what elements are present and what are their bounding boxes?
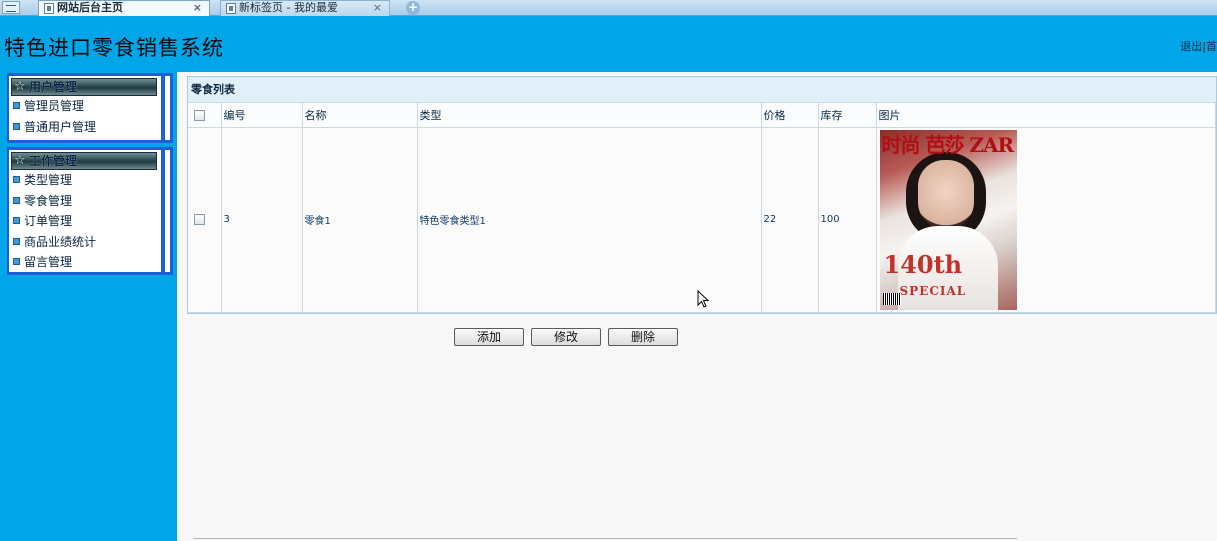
barcode-icon [882,292,901,305]
sidebar-item-snack-management[interactable]: 零食管理 [9,191,170,212]
sidebar-item-type-management[interactable]: 类型管理 [9,170,170,191]
photo-issue-number: 140th [883,249,963,279]
tab-new-tab-favorites[interactable]: 新标签页 - 我的最爱 × [220,0,390,16]
sidebar-item-label: 类型管理 [24,173,73,187]
row-select-cell [188,127,222,313]
sidebar-item-label: 留言管理 [24,255,73,269]
square-bullet-icon [13,217,20,224]
sidebar-item-order-management[interactable]: 订单管理 [9,211,170,232]
sidebar-item-admin-management[interactable]: 管理员管理 [9,96,170,117]
square-bullet-icon [13,258,20,265]
menu-group-work-management: ☆ 工作管理 类型管理 零食管理 订单管理 商品业绩统计 留言管理 [7,147,173,275]
menu-group-user-management: ☆ 用户管理 管理员管理 普通用户管理 [7,73,173,143]
tab-label: 新标签页 - 我的最爱 [239,1,338,14]
site-title: 特色进口零食销售系统 [4,36,224,60]
group-title-label: 工作管理 [29,154,78,168]
browser-menu-icon[interactable] [2,1,20,14]
new-tab-plus-icon[interactable]: + [406,1,420,15]
list-title: 零食列表 [188,77,1216,103]
cell-stock: 100 [818,127,877,313]
column-header-type: 类型 [417,103,762,128]
cell-price: 22 [761,127,819,313]
table-row: 3 零食1 特色零食类型1 22 100 时尚 芭莎 ZAR 140th SPE… [188,127,1216,313]
page-favicon-icon [226,3,236,14]
tab-site-admin-home[interactable]: 网站后台主页 × [38,0,210,16]
delete-button[interactable]: 删除 [608,328,678,346]
mouse-cursor-icon [697,290,709,308]
snack-table: 编号 名称 类型 价格 库存 图片 3 零食1 特色零食类型1 22 100 时… [188,103,1216,313]
snack-list-panel: 零食列表 编号 名称 类型 价格 库存 图片 3 零食1 特色零食类型1 22 … [187,76,1217,314]
sidebar-item-label: 订单管理 [24,214,73,228]
add-button[interactable]: 添加 [454,328,524,346]
column-header-stock: 库存 [818,103,877,128]
sidebar-item-label: 管理员管理 [24,99,85,113]
page-favicon-icon [44,3,54,14]
square-bullet-icon [13,196,20,204]
cell-image: 时尚 芭莎 ZAR 140th SPECIAL [876,127,1216,313]
cell-id: 3 [221,127,303,313]
sidebar-item-label: 普通用户管理 [24,119,97,134]
column-header-name: 名称 [302,103,418,128]
select-all-checkbox[interactable] [194,109,205,121]
column-header-image: 图片 [876,103,1216,128]
square-bullet-icon [13,122,20,130]
menu-group-title[interactable]: ☆ 工作管理 [11,152,157,170]
cell-name: 零食1 [302,127,418,313]
browser-tab-bar: 网站后台主页 × 新标签页 - 我的最爱 × + [0,0,1217,16]
sidebar: ☆ 用户管理 管理员管理 普通用户管理 ☆ 工作管理 类型管理 零食管理 订单管… [0,72,177,541]
close-tab-icon[interactable]: × [193,1,202,15]
close-tab-icon[interactable]: × [373,1,382,15]
square-bullet-icon [13,102,20,109]
menu-group-title[interactable]: ☆ 用户管理 [11,78,157,96]
column-header-price: 价格 [761,103,819,128]
sidebar-item-user-management[interactable]: 普通用户管理 [9,117,170,138]
table-header-row: 编号 名称 类型 价格 库存 图片 [188,103,1216,128]
column-header-id: 编号 [221,103,303,128]
sidebar-item-label: 零食管理 [24,193,73,208]
snack-image: 时尚 芭莎 ZAR 140th SPECIAL [879,129,1017,310]
sidebar-item-message-management[interactable]: 留言管理 [9,252,170,273]
site-header: 特色进口零食销售系统 退出|首 [0,17,1217,72]
header-links[interactable]: 退出|首 [1180,38,1217,54]
group-title-label: 用户管理 [29,80,78,94]
tab-label: 网站后台主页 [57,1,123,14]
square-bullet-icon [13,237,20,245]
star-icon: ☆ [14,153,26,168]
cell-type: 特色零食类型1 [417,127,762,313]
row-checkbox[interactable] [194,213,205,225]
photo-special-text: SPECIAL [899,283,967,298]
select-all-cell [188,103,222,128]
sidebar-item-sales-statistics[interactable]: 商品业绩统计 [9,232,170,253]
star-icon: ☆ [14,79,26,94]
photo-face [917,159,974,230]
sidebar-item-label: 商品业绩统计 [24,234,97,249]
square-bullet-icon [13,176,20,183]
edit-button[interactable]: 修改 [531,328,601,346]
photo-masthead: 时尚 芭莎 ZAR [881,132,1015,157]
bottom-scrollbar-edge [193,538,1017,539]
